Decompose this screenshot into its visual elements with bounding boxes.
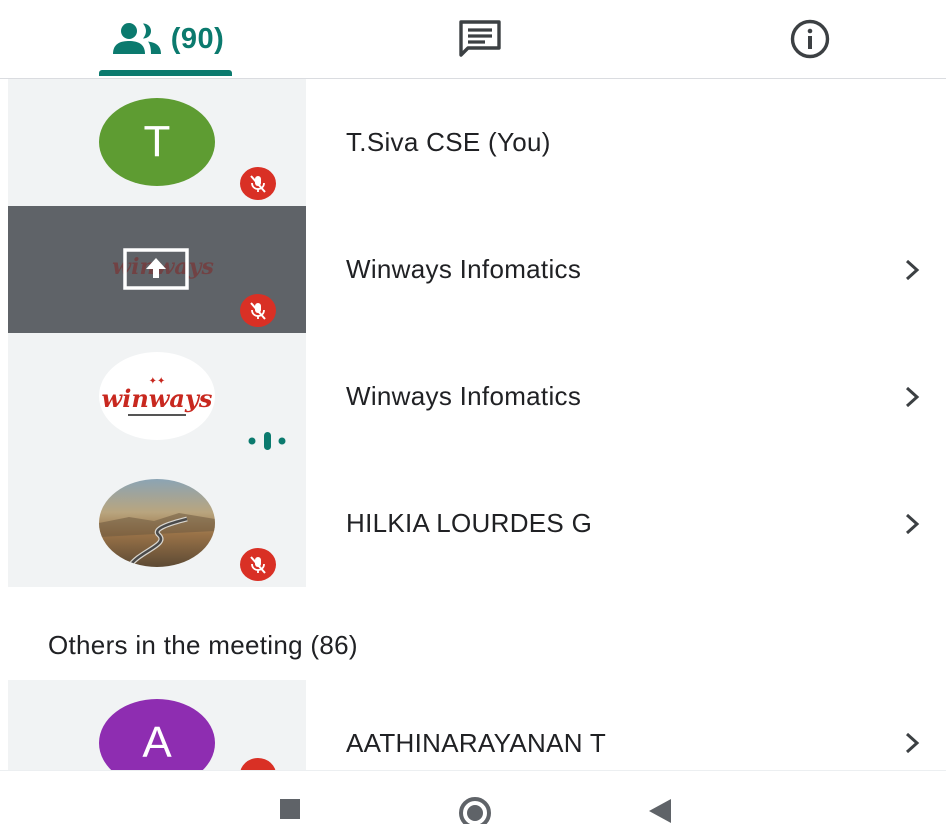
participant-tile	[8, 460, 306, 587]
avatar-initial: A	[142, 718, 172, 767]
tab-chat[interactable]	[430, 0, 530, 78]
tab-info[interactable]	[760, 0, 860, 78]
others-section-heading: Others in the meeting (86)	[48, 630, 358, 660]
participant-name: T.Siva CSE (You)	[346, 127, 551, 157]
avatar	[99, 479, 215, 567]
info-icon	[790, 19, 830, 59]
mic-off-icon	[240, 758, 276, 770]
back-icon	[649, 799, 671, 823]
participant-name: AATHINARAYANAN T	[346, 728, 607, 758]
recents-button[interactable]	[255, 771, 325, 824]
back-button[interactable]	[625, 771, 695, 824]
people-icon	[112, 23, 161, 54]
chevron-right-icon[interactable]	[902, 258, 922, 282]
participant-tile: ✦✦ winways	[8, 333, 306, 460]
mic-off-icon	[240, 167, 276, 200]
chevron-right-icon[interactable]	[902, 731, 922, 755]
chat-icon	[459, 20, 501, 57]
home-icon	[459, 797, 491, 829]
recents-icon	[280, 799, 300, 819]
avatar-initial: T	[143, 117, 171, 166]
mic-off-icon	[240, 548, 276, 581]
chevron-right-icon[interactable]	[902, 385, 922, 409]
participant-tile: A	[8, 680, 306, 770]
active-tab-indicator	[99, 70, 232, 76]
road-photo	[99, 513, 215, 567]
speaking-indicator-icon	[248, 432, 286, 450]
participant-row[interactable]: HILKIA LOURDES G	[8, 460, 946, 587]
present-screen-icon	[123, 248, 189, 290]
tab-bar: (90)	[0, 0, 946, 79]
participant-count: (90)	[170, 22, 225, 55]
avatar: A	[99, 699, 215, 770]
participant-row[interactable]: T T.Siva CSE (You)	[8, 79, 946, 206]
participant-row[interactable]: ✦✦ winways Winways Infomatics	[8, 333, 946, 460]
avatar: ✦✦ winways	[99, 352, 215, 440]
participant-name: Winways Infomatics	[346, 254, 582, 284]
chevron-right-icon[interactable]	[902, 512, 922, 536]
home-button[interactable]	[440, 771, 510, 829]
participant-row[interactable]: A AATHINARAYANAN T	[8, 680, 946, 770]
participant-tile: winways	[8, 206, 306, 333]
avatar: T	[99, 98, 215, 186]
tab-people[interactable]: (90)	[95, 0, 240, 78]
participant-tile: T	[8, 79, 306, 206]
participant-row[interactable]: winways Winways Infomatics	[8, 206, 946, 333]
avatar-logo-text: winways	[101, 383, 213, 413]
system-navigation-bar	[0, 770, 946, 829]
participant-name: Winways Infomatics	[346, 381, 582, 411]
participant-name: HILKIA LOURDES G	[346, 508, 593, 538]
mic-off-icon	[240, 294, 276, 327]
